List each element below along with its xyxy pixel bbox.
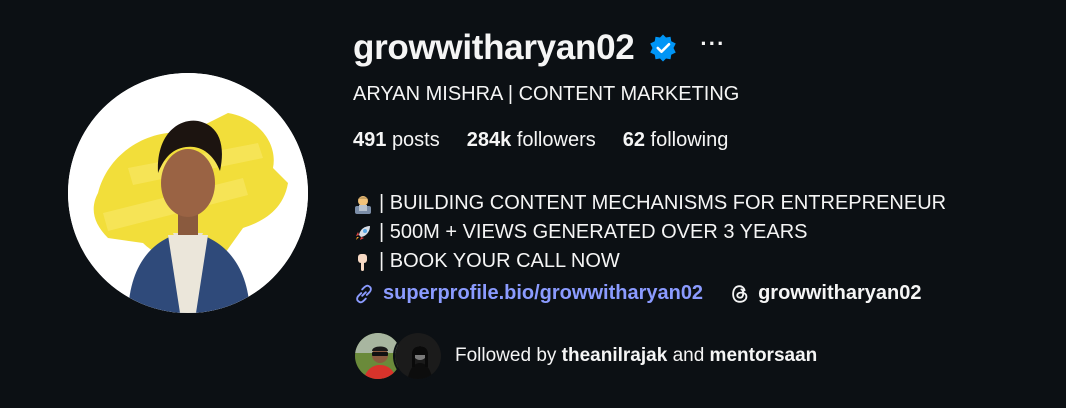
bio-line: | BOOK YOUR CALL NOW [353,247,946,276]
bio-line: | 500M + VIEWS GENERATED OVER 3 YEARS [353,218,946,247]
posts-label: posts [391,129,440,151]
followed-by-connector: and [672,345,705,366]
posts-count: 491 [353,129,387,151]
external-link[interactable]: superprofile.bio/growwitharyan02 [353,282,703,305]
followed-by-row[interactable]: Followed by theanilrajak and mentorsaan [353,331,817,381]
bio-text: | BOOK YOUR CALL NOW [379,250,620,272]
link-icon [356,284,372,303]
followed-by-prefix: Followed by [455,345,557,366]
username-row: growwitharyan02 ··· [353,28,725,68]
pointing-down-emoji-icon [353,252,373,272]
profile-full-name: ARYAN MISHRA | CONTENT MARKETING [353,83,740,105]
profile-username: growwitharyan02 [353,28,635,67]
followed-by-text: Followed by theanilrajak and mentorsaan [455,345,817,367]
rocket-emoji-icon [353,223,373,243]
threads-link[interactable]: growwitharyan02 [729,282,921,305]
profile-avatar[interactable] [68,73,308,313]
profile-bio: | BUILDING CONTENT MECHANISMS FOR ENTREP… [353,189,946,276]
posts-stat: 491 posts [353,129,440,152]
followers-count: 284k [466,129,512,151]
following-label: following [650,129,729,151]
following-stat[interactable]: 62 following [623,129,729,152]
verified-badge-icon [648,33,678,63]
follower-avatar[interactable] [393,331,443,381]
bio-text: | 500M + VIEWS GENERATED OVER 3 YEARS [379,221,808,243]
external-link-text: superprofile.bio/growwitharyan02 [383,282,704,304]
threads-handle: growwitharyan02 [758,282,922,304]
follower-username[interactable]: theanilrajak [562,345,668,366]
bio-text: | BUILDING CONTENT MECHANISMS FOR ENTREP… [379,192,947,214]
following-count: 62 [622,129,645,151]
more-options-icon[interactable]: ··· [700,33,725,55]
technologist-emoji-icon [353,194,373,214]
followers-stat[interactable]: 284k followers [467,129,596,152]
profile-links: superprofile.bio/growwitharyan02 growwit… [353,282,921,305]
follower-username[interactable]: mentorsaan [710,345,818,366]
bio-line: | BUILDING CONTENT MECHANISMS FOR ENTREP… [353,189,946,218]
followers-label: followers [516,129,596,151]
profile-stats: 491 posts 284k followers 62 following [353,129,755,152]
threads-icon [732,284,748,303]
